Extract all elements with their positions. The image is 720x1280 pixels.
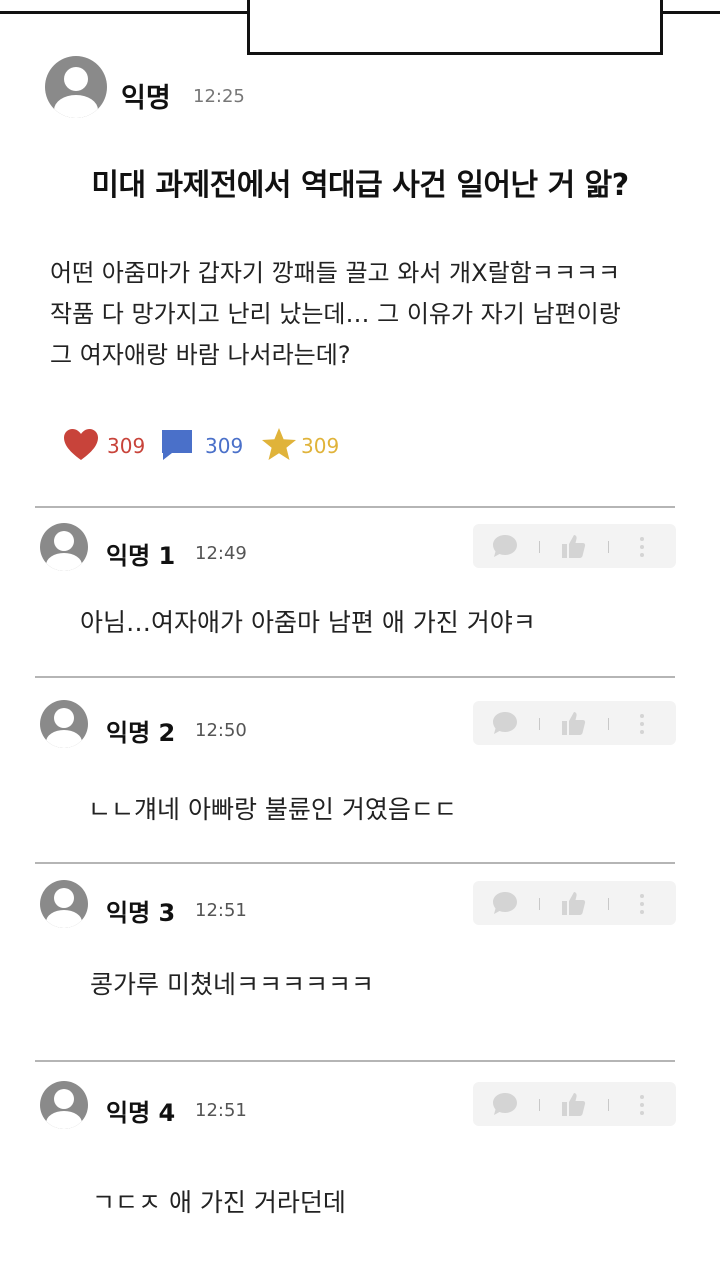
post-body: 어떤 아줌마가 갑자기 깡패들 끌고 와서 개X랄함ㅋㅋㅋㅋ 작품 다 망가지고… xyxy=(50,253,700,376)
reply-icon[interactable] xyxy=(492,534,518,558)
action-separator xyxy=(608,541,609,553)
post-time: 12:25 xyxy=(193,86,245,107)
comment-time: 12:49 xyxy=(195,543,247,564)
comment-count: 309 xyxy=(205,434,244,458)
top-border-left xyxy=(0,11,250,14)
action-separator xyxy=(608,718,609,730)
post-title: 미대 과제전에서 역대급 사건 일어난 거 앎? xyxy=(91,168,629,203)
comment-divider xyxy=(35,862,675,864)
reply-icon[interactable] xyxy=(492,891,518,915)
post-body-line: 어떤 아줌마가 갑자기 깡패들 끌고 와서 개X랄함ㅋㅋㅋㅋ xyxy=(50,259,621,287)
more-options-icon[interactable] xyxy=(638,1094,646,1116)
action-separator xyxy=(608,1099,609,1111)
comment-time: 12:51 xyxy=(195,1100,247,1121)
comment-text: 콩가루 미쳤네ㅋㅋㅋㅋㅋㅋ xyxy=(90,970,374,999)
post-avatar-icon xyxy=(45,56,107,118)
comment-divider xyxy=(35,506,675,508)
star-count: 309 xyxy=(301,434,340,458)
more-options-icon[interactable] xyxy=(638,713,646,735)
thumbs-up-icon[interactable] xyxy=(560,533,586,559)
reply-icon[interactable] xyxy=(492,1092,518,1116)
action-separator xyxy=(539,718,540,730)
comment-text: 아님…여자애가 아줌마 남편 애 가진 거야ㅋ xyxy=(80,608,536,637)
comment-avatar-icon xyxy=(40,700,88,748)
action-separator xyxy=(539,1099,540,1111)
more-options-icon[interactable] xyxy=(638,536,646,558)
comment-icon[interactable] xyxy=(160,428,194,462)
heart-icon[interactable] xyxy=(63,428,99,462)
action-separator xyxy=(608,898,609,910)
thumbs-up-icon[interactable] xyxy=(560,710,586,736)
comment-actions xyxy=(473,1082,676,1126)
top-border-right xyxy=(660,11,720,14)
post-author: 익명 xyxy=(121,83,171,114)
comment-author: 익명 2 xyxy=(106,719,176,747)
comment-avatar-icon xyxy=(40,880,88,928)
comment-text: ㄱㄷㅈ 애 가진 거라던데 xyxy=(92,1188,346,1217)
comment-actions xyxy=(473,524,676,568)
like-count: 309 xyxy=(107,434,146,458)
comment-divider xyxy=(35,1060,675,1062)
comment-avatar-icon xyxy=(40,523,88,571)
thumbs-up-icon[interactable] xyxy=(560,890,586,916)
comment-author: 익명 3 xyxy=(106,899,176,927)
post-body-line: 작품 다 망가지고 난리 났는데… 그 이유가 자기 남편이랑 xyxy=(50,300,621,328)
post-body-line: 그 여자애랑 바람 나서라는데? xyxy=(50,341,351,369)
thumbs-up-icon[interactable] xyxy=(560,1091,586,1117)
comment-time: 12:51 xyxy=(195,900,247,921)
action-separator xyxy=(539,541,540,553)
comment-author: 익명 1 xyxy=(106,542,176,570)
comment-time: 12:50 xyxy=(195,720,247,741)
top-speech-box xyxy=(247,0,663,55)
star-icon[interactable] xyxy=(261,427,297,462)
reply-icon[interactable] xyxy=(492,711,518,735)
action-separator xyxy=(539,898,540,910)
more-options-icon[interactable] xyxy=(638,893,646,915)
comment-divider xyxy=(35,676,675,678)
comment-actions xyxy=(473,881,676,925)
comment-avatar-icon xyxy=(40,1081,88,1129)
comment-author: 익명 4 xyxy=(106,1099,176,1127)
comment-text: ㄴㄴ걔네 아빠랑 불륜인 거였음ㄷㄷ xyxy=(88,795,457,824)
comment-actions xyxy=(473,701,676,745)
